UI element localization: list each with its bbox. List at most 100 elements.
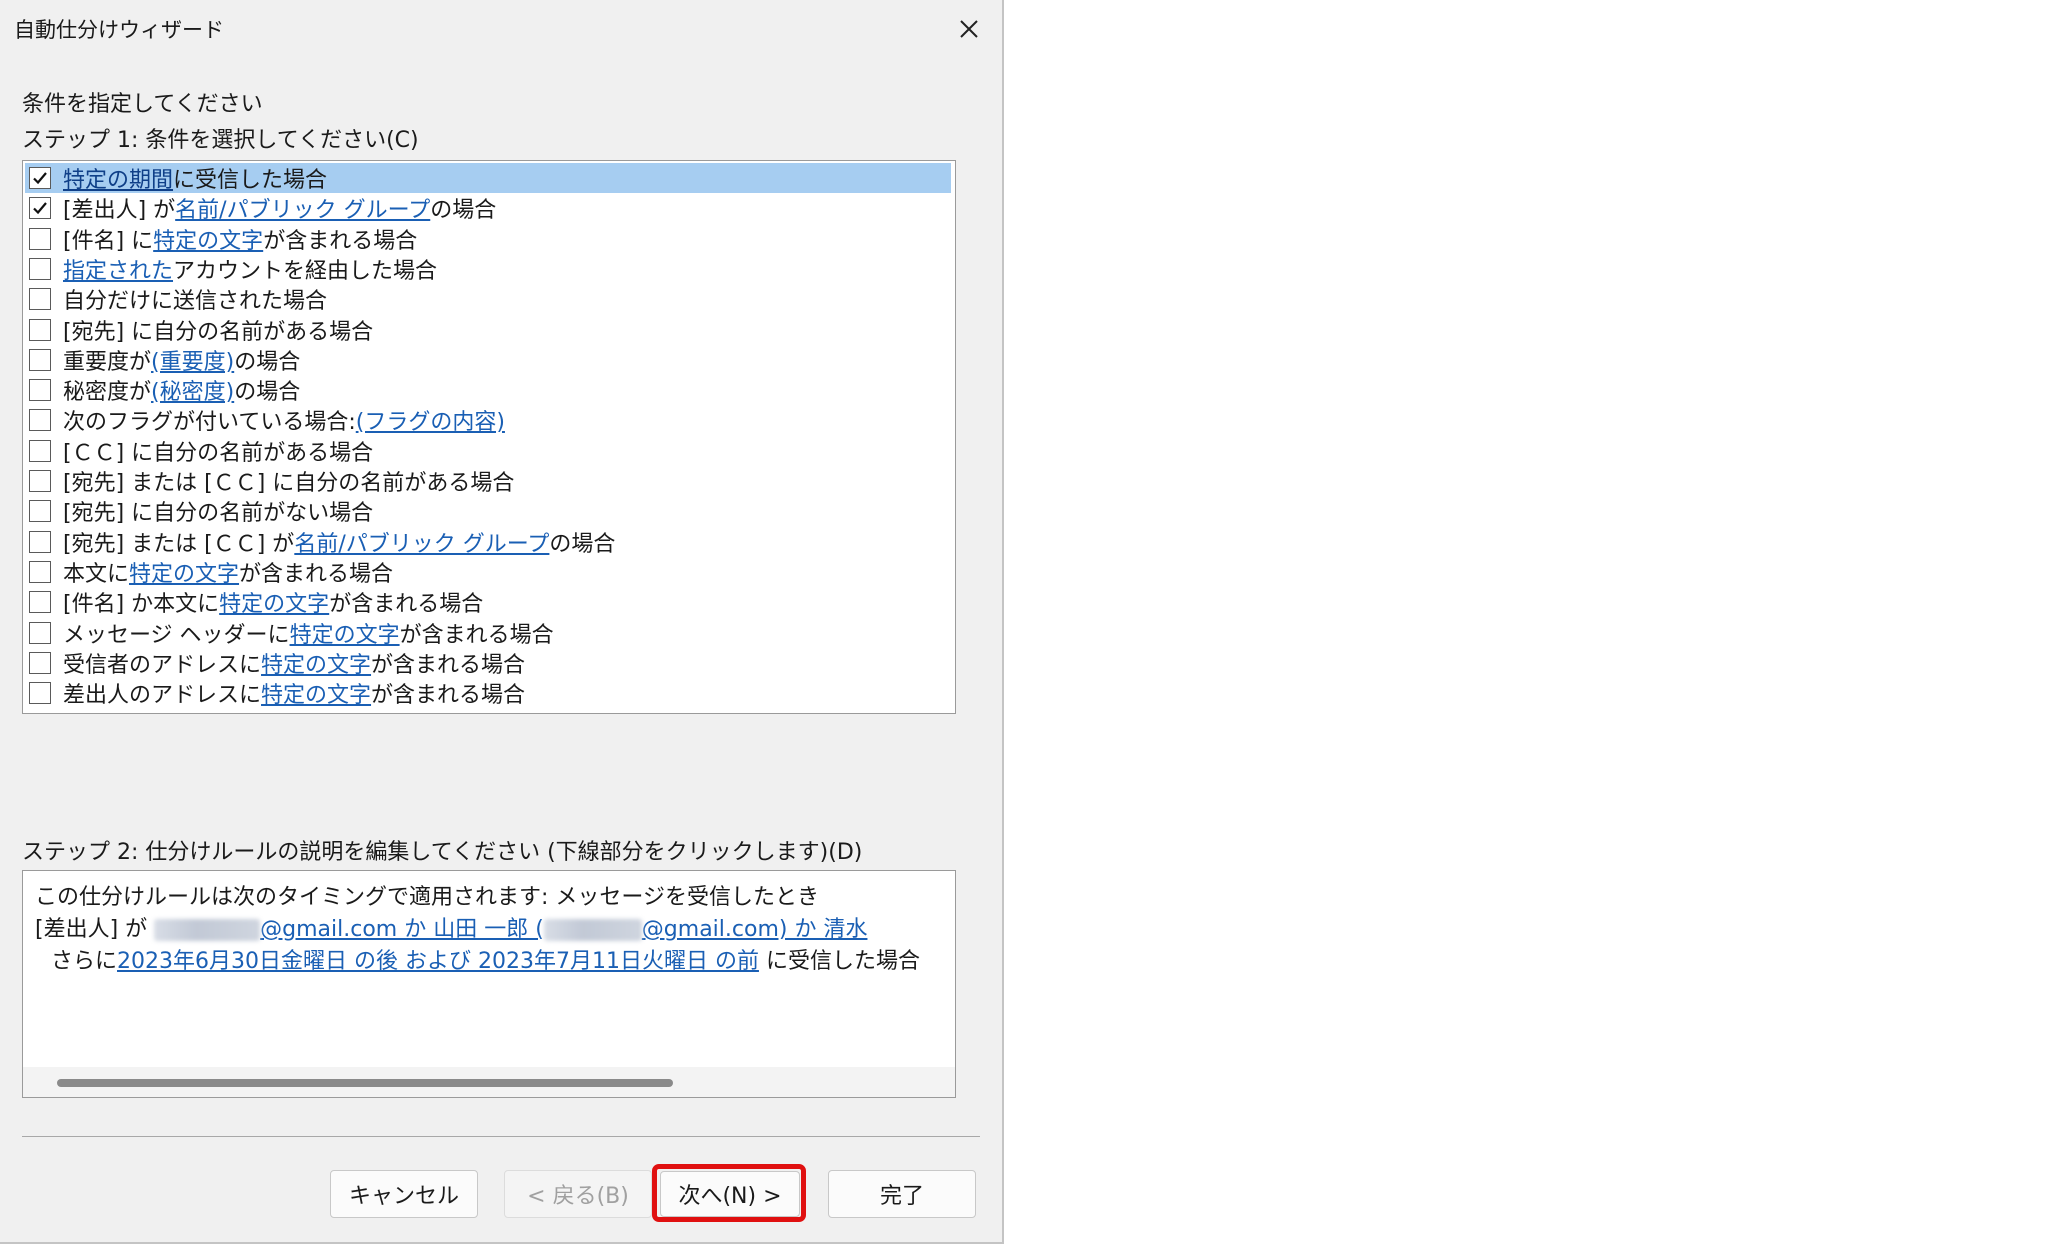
condition-text: [件名] か本文に bbox=[63, 592, 220, 618]
description-line-period: さらに2023年6月30日金曜日 の後 および 2023年7月11日火曜日 の前… bbox=[51, 943, 920, 975]
sender-prefix: [差出人] が bbox=[35, 917, 155, 942]
condition-link[interactable]: (重要度) bbox=[151, 344, 234, 376]
period-suffix: に受信した場合 bbox=[758, 949, 920, 974]
condition-text: が含まれる場合 bbox=[263, 228, 418, 254]
condition-text: [宛先] に自分の名前がある場合 bbox=[63, 319, 374, 345]
condition-checkbox[interactable] bbox=[29, 682, 51, 705]
check-icon bbox=[33, 202, 47, 215]
period-prefix: さらに bbox=[51, 949, 118, 974]
condition-link[interactable]: 名前/パブリック グループ bbox=[294, 526, 549, 558]
button-separator bbox=[22, 1136, 980, 1137]
condition-row[interactable]: [宛先] または [ＣＣ] が 名前/パブリック グループ の場合 bbox=[25, 527, 953, 557]
condition-row[interactable]: 本文に 特定の文字 が含まれる場合 bbox=[25, 557, 953, 587]
condition-text: が含まれる場合 bbox=[399, 622, 554, 648]
condition-checkbox[interactable] bbox=[29, 197, 51, 220]
condition-text: の場合 bbox=[430, 198, 497, 224]
condition-checkbox[interactable] bbox=[29, 530, 51, 553]
condition-text: 本文に bbox=[63, 561, 130, 587]
condition-text: アカウントを経由した場合 bbox=[173, 258, 438, 284]
condition-link[interactable]: 特定の文字 bbox=[153, 223, 263, 255]
condition-link[interactable]: 特定の文字 bbox=[261, 677, 371, 709]
condition-link[interactable]: (秘密度) bbox=[151, 374, 234, 406]
condition-link[interactable]: 特定の期間 bbox=[63, 162, 173, 194]
condition-checkbox[interactable] bbox=[29, 348, 51, 371]
condition-row[interactable]: 差出人のアドレスに 特定の文字 が含まれる場合 bbox=[25, 678, 953, 708]
title-bar: 自動仕分けウィザード bbox=[0, 0, 1002, 56]
condition-row[interactable]: メッセージ ヘッダーに 特定の文字 が含まれる場合 bbox=[25, 618, 953, 648]
condition-row[interactable]: 秘密度が (秘密度) の場合 bbox=[25, 375, 953, 405]
condition-link[interactable]: 指定された bbox=[63, 253, 173, 285]
condition-checkbox[interactable] bbox=[29, 318, 51, 341]
condition-text: [宛先] または [ＣＣ] に自分の名前がある場合 bbox=[63, 471, 515, 496]
back-button[interactable]: < 戻る(B) bbox=[504, 1170, 652, 1218]
condition-text: の場合 bbox=[234, 349, 301, 375]
condition-link[interactable]: 特定の文字 bbox=[129, 556, 239, 588]
condition-text: の場合 bbox=[234, 380, 301, 406]
horizontal-scrollbar[interactable] bbox=[23, 1067, 955, 1097]
condition-link[interactable]: 特定の文字 bbox=[219, 586, 329, 618]
step2-label: ステップ 2: 仕分けルールの説明を編集してください (下線部分をクリックします… bbox=[22, 840, 863, 865]
condition-checkbox[interactable] bbox=[29, 560, 51, 583]
condition-row[interactable]: 指定された アカウントを経由した場合 bbox=[25, 254, 953, 284]
condition-text: が含まれる場合 bbox=[371, 683, 526, 709]
period-link[interactable]: 2023年6月30日金曜日 の後 および 2023年7月11日火曜日 の前 bbox=[117, 949, 759, 974]
condition-row[interactable]: [宛先] または [ＣＣ] に自分の名前がある場合 bbox=[25, 466, 953, 496]
close-button[interactable] bbox=[944, 8, 994, 50]
condition-text: が含まれる場合 bbox=[329, 592, 484, 618]
condition-row[interactable]: 重要度が (重要度) の場合 bbox=[25, 345, 953, 375]
condition-row[interactable]: [差出人] が 名前/パブリック グループ の場合 bbox=[25, 193, 953, 223]
condition-checkbox[interactable] bbox=[29, 651, 51, 674]
condition-checkbox[interactable] bbox=[29, 227, 51, 250]
condition-checkbox[interactable] bbox=[29, 288, 51, 311]
condition-text: [ＣＣ] に自分の名前がある場合 bbox=[63, 440, 374, 466]
condition-row[interactable]: [件名] に 特定の文字 が含まれる場合 bbox=[25, 224, 953, 254]
condition-checkbox[interactable] bbox=[29, 257, 51, 280]
scrollbar-thumb[interactable] bbox=[57, 1079, 673, 1087]
condition-row[interactable]: 次のフラグが付いている場合: (フラグの内容) bbox=[25, 405, 953, 435]
condition-checkbox[interactable] bbox=[29, 167, 51, 189]
rules-wizard-dialog: 自動仕分けウィザード 条件を指定してください ステップ 1: 条件を選択してくだ… bbox=[0, 0, 1004, 1244]
condition-row[interactable]: [件名] か本文に 特定の文字 が含まれる場合 bbox=[25, 587, 953, 617]
finish-button[interactable]: 完了 bbox=[828, 1170, 976, 1218]
condition-text: [宛先] に自分の名前がない場合 bbox=[63, 501, 374, 527]
description-line-sender: [差出人] が @gmail.com か 山田 一郎 ( @gmail.com) … bbox=[35, 911, 867, 943]
condition-checkbox[interactable] bbox=[29, 379, 51, 402]
condition-checkbox[interactable] bbox=[29, 409, 51, 432]
condition-link[interactable]: 名前/パブリック グループ bbox=[175, 192, 430, 224]
condition-text: 秘密度が bbox=[63, 380, 152, 406]
condition-row[interactable]: 自分だけに送信された場合 bbox=[25, 284, 953, 314]
condition-link[interactable]: (フラグの内容) bbox=[356, 404, 505, 436]
condition-checkbox[interactable] bbox=[29, 621, 51, 644]
condition-checkbox[interactable] bbox=[29, 470, 51, 492]
description-line-timing: この仕分けルールは次のタイミングで適用されます: メッセージを受信したとき bbox=[35, 885, 819, 910]
condition-row[interactable]: 受信者のアドレスに 特定の文字 が含まれる場合 bbox=[25, 648, 953, 678]
cancel-button[interactable]: キャンセル bbox=[330, 1170, 478, 1218]
condition-row[interactable]: 特定の期間 に受信した場合 bbox=[25, 163, 951, 193]
condition-text: 次のフラグが付いている場合: bbox=[63, 410, 356, 436]
condition-text: が含まれる場合 bbox=[239, 561, 394, 587]
condition-text: 重要度が bbox=[63, 349, 152, 375]
condition-text: 差出人のアドレスに bbox=[63, 683, 262, 709]
condition-checkbox[interactable] bbox=[29, 439, 51, 462]
condition-row[interactable]: [ＣＣ] に自分の名前がある場合 bbox=[25, 436, 953, 466]
condition-list[interactable]: 特定の期間 に受信した場合 [差出人] が 名前/パブリック グループ の場合 [件… bbox=[22, 160, 956, 714]
condition-text: 受信者のアドレスに bbox=[63, 652, 262, 678]
sender-link-text-b: @gmail.com) か 清水 bbox=[641, 917, 868, 942]
condition-row[interactable]: [宛先] に自分の名前がない場合 bbox=[25, 496, 953, 526]
window-title: 自動仕分けウィザード bbox=[14, 18, 224, 42]
condition-link[interactable]: 特定の文字 bbox=[261, 647, 371, 679]
condition-text: が含まれる場合 bbox=[371, 652, 526, 678]
condition-row[interactable]: [宛先] に自分の名前がある場合 bbox=[25, 315, 953, 345]
step1-label: ステップ 1: 条件を選択してください(C) bbox=[22, 128, 419, 153]
instruction-text: 条件を指定してください bbox=[22, 92, 263, 117]
rule-description-box[interactable]: この仕分けルールは次のタイミングで適用されます: メッセージを受信したとき [差… bbox=[22, 870, 956, 1098]
condition-link[interactable]: 特定の文字 bbox=[290, 617, 400, 649]
condition-checkbox[interactable] bbox=[29, 500, 51, 523]
condition-text: に受信した場合 bbox=[173, 168, 328, 193]
next-button[interactable]: 次へ(N) > bbox=[660, 1171, 800, 1217]
condition-text: [宛先] または [ＣＣ] が bbox=[63, 531, 295, 557]
condition-text: [差出人] が bbox=[63, 198, 176, 224]
sender-link[interactable]: @gmail.com か 山田 一郎 ( @gmail.com) か 清水 bbox=[154, 917, 867, 942]
sender-link-text-a: @gmail.com か 山田 一郎 ( bbox=[260, 917, 544, 942]
condition-checkbox[interactable] bbox=[29, 591, 51, 614]
